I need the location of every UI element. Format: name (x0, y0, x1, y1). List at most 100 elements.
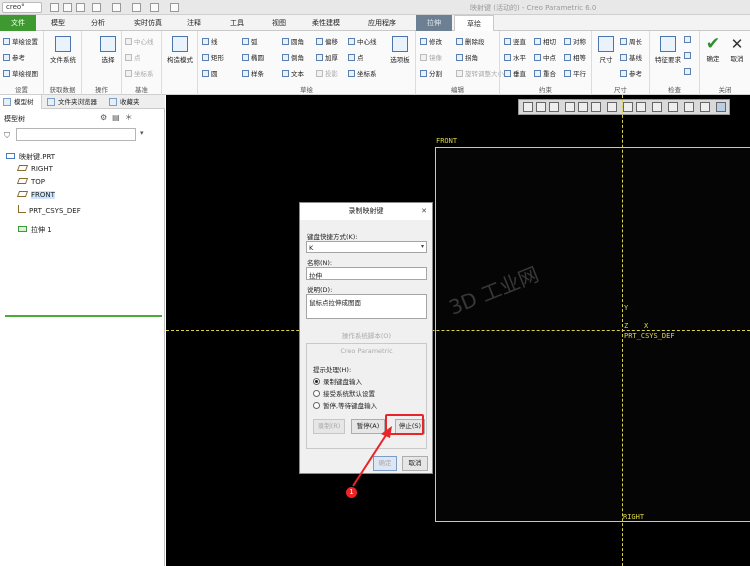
mirror-button[interactable]: 镜像 (420, 52, 442, 62)
name-input[interactable]: 拉伸 (306, 267, 427, 280)
rectangle-button[interactable]: 矩形 (202, 52, 224, 62)
tree-item-top[interactable]: TOP (16, 178, 45, 186)
tree-search-input[interactable] (16, 128, 136, 141)
fillet-button[interactable]: 圆角 (282, 36, 304, 46)
palette-button[interactable]: 选项板 (386, 36, 414, 64)
settings-icon[interactable]: ⚙ (100, 113, 112, 122)
datum-display-icon[interactable] (623, 102, 633, 112)
close-window-icon[interactable] (170, 3, 179, 12)
modify-button[interactable]: 修改 (420, 36, 442, 46)
tab-flexible-modeling[interactable]: 柔性建模 (302, 15, 350, 31)
sketch-view-button[interactable]: 草绘视图 (3, 68, 38, 78)
symmetric-constraint-button[interactable]: 对称 (564, 36, 586, 46)
display-style-icon[interactable] (578, 102, 588, 112)
description-input[interactable]: 鼠标点拉伸成图面 (306, 294, 427, 319)
horizontal-constraint-button[interactable]: 水平 (504, 52, 526, 62)
inspect-tool-3[interactable] (684, 68, 693, 76)
graphics-area[interactable]: FRONT RIGHT Y Z X PRT_CSYS_DEF 3D 工业网 (166, 95, 750, 566)
perpendicular-constraint-button[interactable]: 垂直 (504, 68, 526, 78)
tangent-constraint-button[interactable]: 相切 (534, 36, 556, 46)
zoom-in-icon[interactable] (536, 102, 546, 112)
redo-icon[interactable] (112, 3, 121, 12)
insert-indicator[interactable] (5, 315, 162, 317)
constraint-display-icon[interactable] (700, 102, 710, 112)
datum-point-button[interactable]: 点 (125, 52, 141, 62)
circle-button[interactable]: 圆 (202, 68, 218, 78)
coordinate-system-button[interactable]: 坐标系 (348, 68, 377, 78)
references-button[interactable]: 参考 (3, 52, 25, 62)
sketch-setup-button[interactable]: 草绘设置 (3, 36, 38, 46)
divide-button[interactable]: 分割 (420, 68, 442, 78)
centerline-button[interactable]: 中心线 (348, 36, 377, 46)
reference-dimension-button[interactable]: 参考 (620, 68, 642, 78)
tab-view[interactable]: 视图 (262, 15, 296, 31)
new-file-icon[interactable] (50, 3, 59, 12)
delete-segment-button[interactable]: 删除段 (456, 36, 485, 46)
thicken-button[interactable]: 加厚 (316, 52, 338, 62)
dialog-cancel-button[interactable]: 取消 (402, 456, 428, 471)
offset-button[interactable]: 偏移 (316, 36, 338, 46)
repaint-icon[interactable] (565, 102, 575, 112)
radio-pause-for-keyboard[interactable]: 暂停,等待键盘输入 (313, 400, 377, 410)
refit-icon[interactable] (523, 102, 533, 112)
parallel-constraint-button[interactable]: 平行 (564, 68, 586, 78)
tab-applications[interactable]: 应用程序 (358, 15, 406, 31)
spline-button[interactable]: 样条 (242, 68, 264, 78)
inspect-tool-2[interactable] (684, 52, 693, 60)
vertical-constraint-button[interactable]: 竖直 (504, 36, 526, 46)
coincident-constraint-button[interactable]: 重合 (534, 68, 556, 78)
filter-icon[interactable]: ⛉ (4, 131, 10, 141)
datum-centerline-button[interactable]: 中心线 (125, 36, 154, 46)
tab-file[interactable]: 文件 (0, 15, 36, 31)
spin-center-icon[interactable] (636, 102, 646, 112)
tree-item-extrude[interactable]: 拉伸 1 (18, 225, 52, 235)
tab-annotate[interactable]: 注释 (176, 15, 212, 31)
tab-favorites[interactable]: 收藏夹 (106, 95, 156, 109)
dimension-display-icon[interactable] (684, 102, 694, 112)
tab-folder-browser[interactable]: 文件夹浏览器 (44, 95, 104, 109)
window-switch-icon[interactable] (150, 3, 159, 12)
dimension-button[interactable]: 尺寸 (594, 36, 618, 64)
baseline-button[interactable]: 基线 (620, 52, 642, 62)
tree-item-right[interactable]: RIGHT (16, 165, 53, 173)
chamfer-button[interactable]: 倒角 (282, 52, 304, 62)
tree-item-front[interactable]: FRONT (16, 191, 55, 199)
sketcher-display-icon[interactable] (668, 102, 678, 112)
datum-csys-button[interactable]: 坐标系 (125, 68, 154, 78)
saved-views-icon[interactable] (591, 102, 601, 112)
zoom-out-icon[interactable] (549, 102, 559, 112)
open-file-icon[interactable] (63, 3, 72, 12)
search-dropdown-icon[interactable]: ▾ (140, 129, 144, 137)
file-system-button[interactable]: 文件系统 (48, 36, 78, 64)
add-column-icon[interactable]: ＊ (125, 113, 138, 122)
pause-button[interactable]: 暂停(A) (351, 419, 385, 434)
tab-model[interactable]: 模型 (38, 15, 78, 31)
cancel-button[interactable]: ✕ 取消 (726, 36, 748, 64)
chevron-down-icon[interactable]: ▾ (421, 243, 424, 250)
project-button[interactable]: 投影 (316, 68, 338, 78)
os-script-tab[interactable]: 操作系统脚本(O) (306, 330, 427, 342)
tree-item-csys[interactable]: PRT_CSYS_DEF (18, 205, 81, 215)
perimeter-button[interactable]: 周长 (620, 36, 642, 46)
undo-icon[interactable] (92, 3, 101, 12)
save-icon[interactable] (76, 3, 85, 12)
feature-requirements-button[interactable]: 特征要求 (652, 36, 684, 64)
tab-analysis[interactable]: 分析 (80, 15, 116, 31)
tab-model-tree[interactable]: 模型树 (0, 95, 42, 109)
tree-item-part[interactable]: 映射键.PRT (6, 152, 55, 162)
record-button[interactable]: 录制(R) (313, 419, 345, 434)
arc-button[interactable]: 弧 (242, 36, 258, 46)
text-button[interactable]: 文本 (282, 68, 304, 78)
close-icon[interactable]: ✕ (421, 203, 427, 220)
inspect-tool-1[interactable] (684, 36, 693, 44)
construction-mode-button[interactable]: 构造模式 (165, 36, 195, 64)
rotate-resize-button[interactable]: 旋转调整大小 (456, 68, 504, 78)
sketch-view-icon[interactable] (607, 102, 617, 112)
regenerate-icon[interactable] (132, 3, 141, 12)
dialog-ok-button[interactable]: 确定 (373, 456, 397, 471)
select-button[interactable]: 选择 (96, 36, 120, 64)
corner-button[interactable]: 拐角 (456, 52, 478, 62)
ok-button[interactable]: ✔ 确定 (702, 36, 724, 64)
equal-constraint-button[interactable]: 相等 (564, 52, 586, 62)
vertex-display-icon[interactable] (716, 102, 726, 112)
